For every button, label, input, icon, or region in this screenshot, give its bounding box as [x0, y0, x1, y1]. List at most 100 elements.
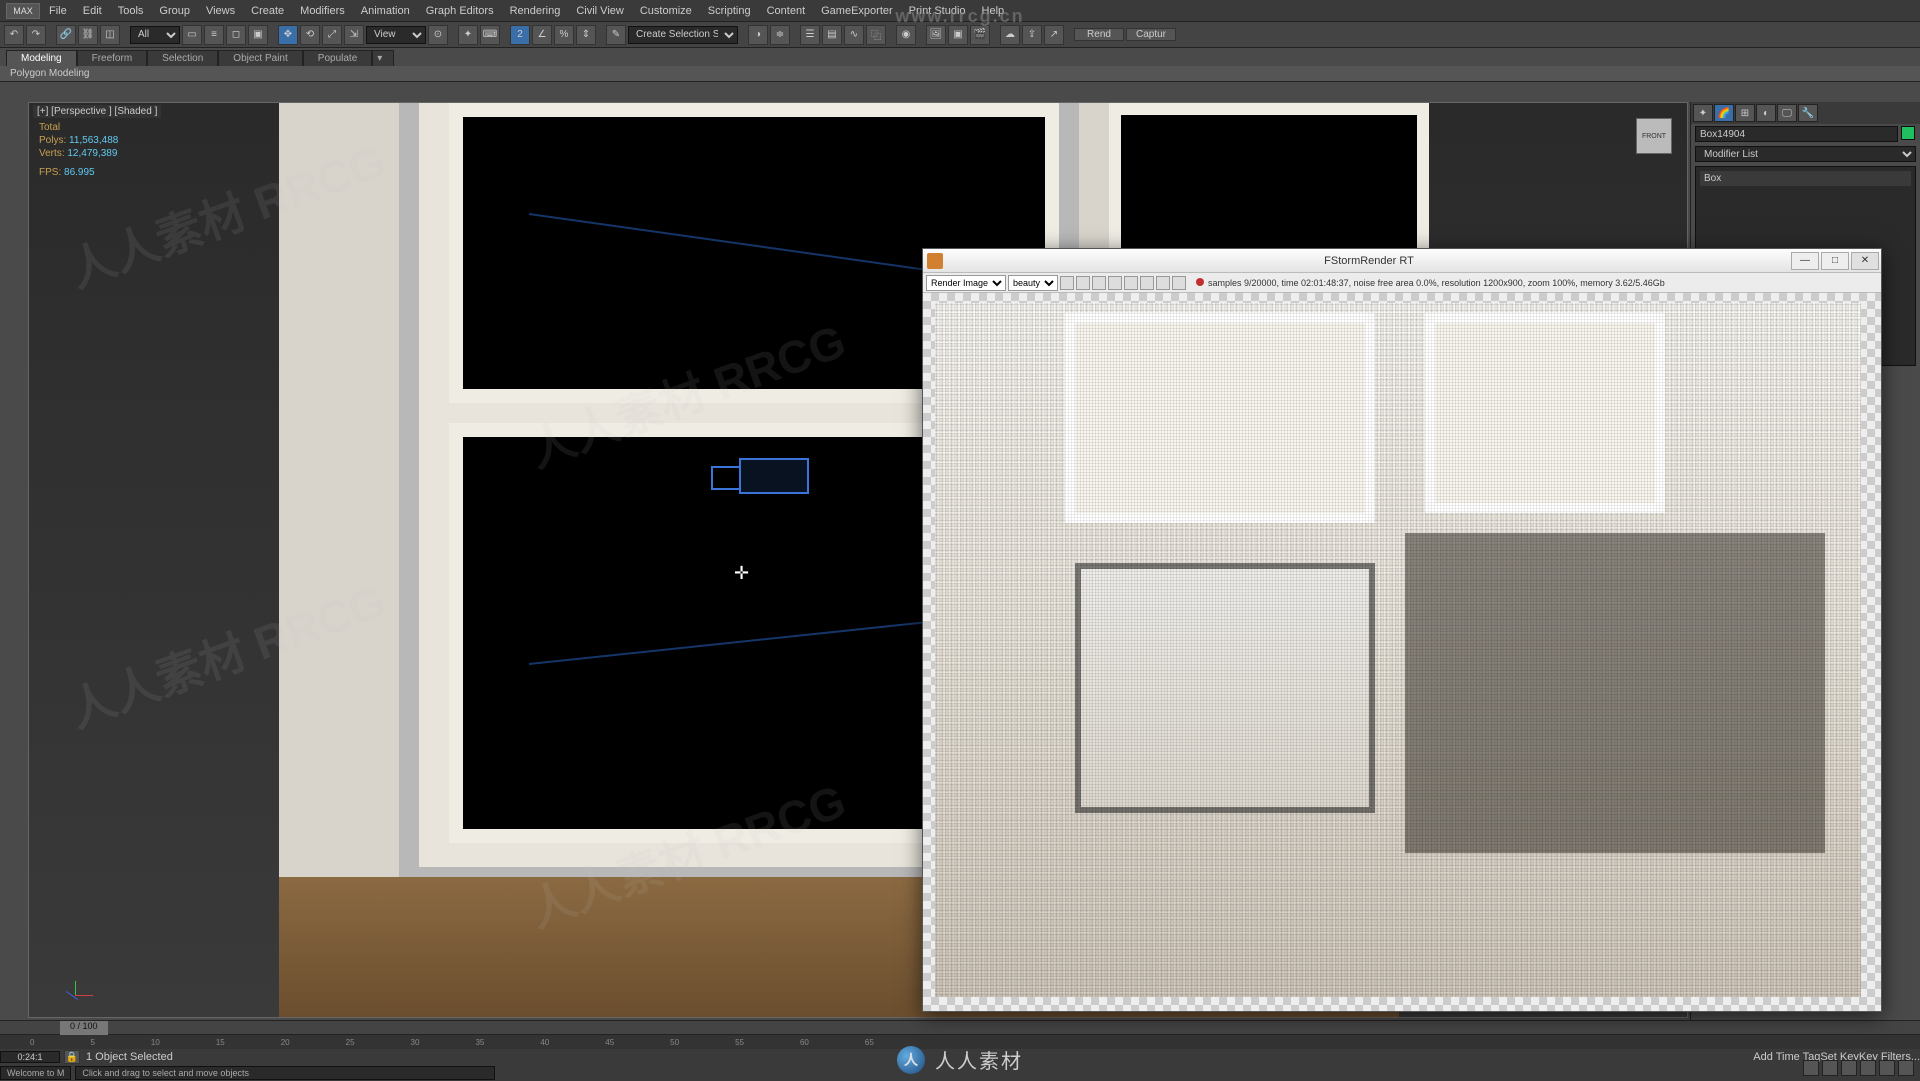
unlink-button[interactable]: ⛓: [78, 25, 98, 45]
zoom-icon[interactable]: [1822, 1060, 1838, 1076]
ribbon-tab-modeling[interactable]: Modeling: [6, 50, 77, 66]
toggle-ribbon-button[interactable]: ▤: [822, 25, 842, 45]
select-place-button[interactable]: ⇲: [344, 25, 364, 45]
select-by-name-button[interactable]: ≡: [204, 25, 224, 45]
lock-selection-icon[interactable]: 🔒: [64, 1050, 80, 1064]
save-image-icon[interactable]: [1060, 276, 1074, 290]
menu-civil-view[interactable]: Civil View: [569, 3, 630, 19]
angle-snap-button[interactable]: ∠: [532, 25, 552, 45]
use-center-button[interactable]: ⊙: [428, 25, 448, 45]
menu-modifiers[interactable]: Modifiers: [293, 3, 352, 19]
menu-views[interactable]: Views: [199, 3, 242, 19]
render-window[interactable]: FStormRender RT — □ ✕ Render Image beaut…: [922, 248, 1882, 1012]
spinner-snap-button[interactable]: ⇕: [576, 25, 596, 45]
layer-explorer-button[interactable]: ☰: [800, 25, 820, 45]
rendered-frame-button[interactable]: ▣: [948, 25, 968, 45]
viewcube[interactable]: FRONT: [1624, 108, 1684, 168]
select-manipulate-button[interactable]: ✦: [458, 25, 478, 45]
menu-edit[interactable]: Edit: [76, 3, 109, 19]
mirror-button[interactable]: ◑: [748, 25, 768, 45]
menu-animation[interactable]: Animation: [354, 3, 417, 19]
orbit-icon[interactable]: [1879, 1060, 1895, 1076]
select-scale-button[interactable]: ⤢: [322, 25, 342, 45]
render-setup-button[interactable]: 🖼: [926, 25, 946, 45]
menu-group[interactable]: Group: [152, 3, 197, 19]
pause-icon[interactable]: [1124, 276, 1138, 290]
modify-tab-icon[interactable]: 🌈: [1714, 104, 1734, 122]
render-window-titlebar[interactable]: FStormRender RT — □ ✕: [923, 249, 1881, 273]
selection-filter-dropdown[interactable]: All: [130, 26, 180, 44]
ribbon-tab-selection[interactable]: Selection: [147, 50, 218, 66]
ribbon-tab-freeform[interactable]: Freeform: [77, 50, 148, 66]
close-button[interactable]: ✕: [1851, 252, 1879, 270]
modifier-item-box[interactable]: Box: [1700, 171, 1911, 186]
timecode-field[interactable]: 0:24:1: [0, 1051, 60, 1063]
open-a360-button[interactable]: ↗: [1044, 25, 1064, 45]
pan-icon[interactable]: [1803, 1060, 1819, 1076]
menu-tools[interactable]: Tools: [111, 3, 151, 19]
percent-snap-button[interactable]: %: [554, 25, 574, 45]
undo-button[interactable]: ↶: [4, 25, 24, 45]
maximize-button[interactable]: □: [1821, 252, 1849, 270]
bind-button[interactable]: ◫: [100, 25, 120, 45]
time-slider[interactable]: 0 / 100: [0, 1021, 1920, 1035]
utilities-tab-icon[interactable]: 🔧: [1798, 104, 1818, 122]
render-shortcut-button[interactable]: Rend: [1074, 28, 1124, 41]
render-pass-dropdown[interactable]: beauty: [1008, 275, 1058, 291]
select-move-button[interactable]: ✥: [278, 25, 298, 45]
maxscript-listener[interactable]: Welcome to M: [0, 1066, 71, 1080]
minimize-button[interactable]: —: [1791, 252, 1819, 270]
snap-2d-button[interactable]: 2: [510, 25, 530, 45]
autodesk-a360-button[interactable]: ☁: [1000, 25, 1020, 45]
link-button[interactable]: 🔗: [56, 25, 76, 45]
menu-help[interactable]: Help: [975, 3, 1012, 19]
display-tab-icon[interactable]: 🖵: [1777, 104, 1797, 122]
keyboard-shortcut-button[interactable]: ⌨: [480, 25, 500, 45]
material-editor-button[interactable]: ◉: [896, 25, 916, 45]
schematic-view-button[interactable]: ⿻: [866, 25, 886, 45]
menu-file[interactable]: File: [42, 3, 74, 19]
menu-print-studio[interactable]: Print Studio: [902, 3, 973, 19]
edit-named-sel-button[interactable]: ✎: [606, 25, 626, 45]
ribbon-panel-label[interactable]: Polygon Modeling: [0, 66, 1920, 82]
modifier-list-dropdown[interactable]: Modifier List: [1695, 146, 1916, 162]
viewcube-face[interactable]: FRONT: [1636, 118, 1672, 154]
ribbon-tab-object-paint[interactable]: Object Paint: [218, 50, 302, 66]
menu-content[interactable]: Content: [760, 3, 813, 19]
ref-coord-dropdown[interactable]: View: [366, 26, 426, 44]
capture-shortcut-button[interactable]: Captur: [1126, 28, 1176, 41]
menu-game-exporter[interactable]: GameExporter: [814, 3, 900, 19]
fov-icon[interactable]: [1860, 1060, 1876, 1076]
viewport-label[interactable]: [+] [Perspective ] [Shaded ]: [33, 105, 161, 118]
select-object-button[interactable]: ▭: [182, 25, 202, 45]
refresh-icon[interactable]: [1092, 276, 1106, 290]
maximize-viewport-icon[interactable]: [1898, 1060, 1914, 1076]
menu-rendering[interactable]: Rendering: [503, 3, 568, 19]
app-logo[interactable]: MAX: [6, 3, 40, 19]
named-selection-dropdown[interactable]: Create Selection Se: [628, 26, 738, 44]
ribbon-tab-populate[interactable]: Populate: [303, 50, 372, 66]
ribbon-expand-button[interactable]: ▾: [372, 50, 394, 66]
settings-icon[interactable]: [1172, 276, 1186, 290]
curve-editor-button[interactable]: ∿: [844, 25, 864, 45]
create-tab-icon[interactable]: ✦: [1693, 104, 1713, 122]
stop-icon[interactable]: [1140, 276, 1154, 290]
render-in-cloud-button[interactable]: ⇪: [1022, 25, 1042, 45]
render-production-button[interactable]: 🎬: [970, 25, 990, 45]
window-crossing-button[interactable]: ▣: [248, 25, 268, 45]
menu-create[interactable]: Create: [244, 3, 291, 19]
render-element-dropdown[interactable]: Render Image: [926, 275, 1006, 291]
copy-image-icon[interactable]: [1076, 276, 1090, 290]
object-color-swatch[interactable]: [1901, 126, 1915, 140]
zoom-extents-icon[interactable]: [1841, 1060, 1857, 1076]
menu-customize[interactable]: Customize: [633, 3, 699, 19]
play-icon[interactable]: [1108, 276, 1122, 290]
redo-button[interactable]: ↷: [26, 25, 46, 45]
object-name-field[interactable]: [1695, 126, 1898, 142]
menu-scripting[interactable]: Scripting: [701, 3, 758, 19]
select-region-button[interactable]: ◻: [226, 25, 246, 45]
menu-graph-editors[interactable]: Graph Editors: [419, 3, 501, 19]
motion-tab-icon[interactable]: ◐: [1756, 104, 1776, 122]
hierarchy-tab-icon[interactable]: ⊞: [1735, 104, 1755, 122]
time-slider-knob[interactable]: 0 / 100: [60, 1021, 108, 1035]
